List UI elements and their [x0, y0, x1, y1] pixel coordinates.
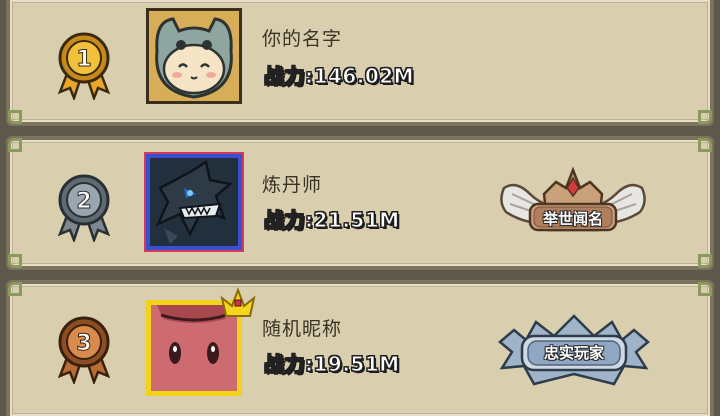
rank-number: 2: [76, 189, 91, 214]
title-badge[interactable]: 举世闻名: [494, 164, 652, 244]
row-corner: [8, 282, 22, 296]
combat-power: 战力:19.51M: [264, 352, 400, 377]
combat-power: 战力:21.51M: [264, 208, 400, 233]
crown-icon: [220, 287, 256, 317]
row-corner: [8, 254, 22, 268]
title-badge-label: 举世闻名: [542, 210, 603, 228]
ranking-row-1[interactable]: 1 你的名字 战力:146.02M: [6, 0, 714, 126]
gold-medal-icon: 1: [57, 32, 111, 100]
bronze-medal-icon: 3: [57, 316, 111, 384]
player-avatar[interactable]: [146, 8, 242, 104]
player-avatar[interactable]: [144, 152, 244, 252]
row-corner: [698, 254, 712, 268]
row-corner: [698, 138, 712, 152]
winged-crown-badge-icon: [500, 166, 646, 232]
row-corner: [8, 110, 22, 124]
row-corner: [8, 138, 22, 152]
row-corner: [698, 282, 712, 296]
title-badge-label: 忠实玩家: [543, 344, 604, 362]
player-name: 随机昵称: [262, 318, 343, 340]
player-name: 你的名字: [262, 28, 343, 50]
row-corner: [698, 110, 712, 124]
rank-number: 3: [76, 331, 91, 356]
ranking-row-3[interactable]: 3 随机昵称 战力:19.51M 忠实玩家: [6, 280, 714, 416]
silver-medal-icon: 2: [57, 174, 111, 242]
player-name: 炼丹师: [262, 174, 323, 196]
cat-hood-avatar-icon: [149, 11, 239, 101]
rank-number: 1: [76, 47, 91, 72]
ranking-row-2[interactable]: 2 炼丹师 战力:21.51M 举世闻名: [6, 136, 714, 270]
dark-dragon-avatar-icon: [150, 158, 238, 246]
combat-power: 战力:146.02M: [263, 64, 415, 89]
title-badge[interactable]: 忠实玩家: [496, 312, 652, 388]
